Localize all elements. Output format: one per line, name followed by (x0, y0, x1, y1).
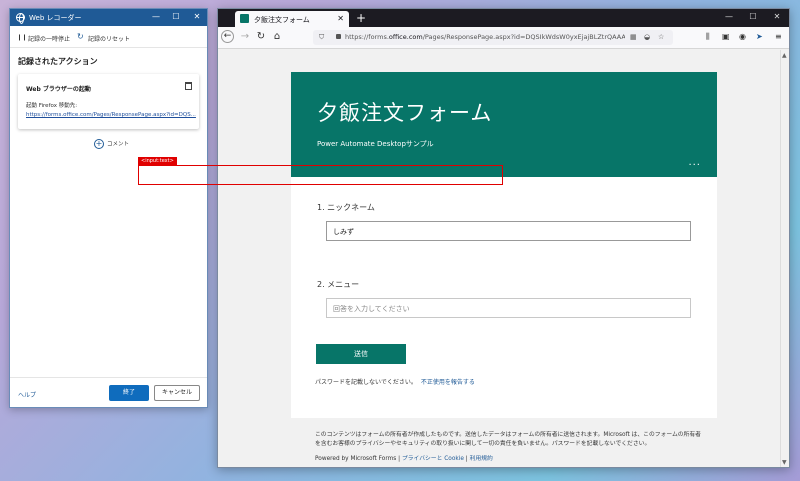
recorded-actions-heading: 記録されたアクション (18, 57, 98, 66)
powered-by-text: Powered by Microsoft Forms | (315, 456, 402, 462)
more-options-icon[interactable]: ... (688, 157, 701, 168)
help-link[interactable]: ヘルプ (18, 390, 36, 399)
browser-window: 夕飯注文フォーム ✕ + — ☐ ✕ ← → ↻ ⌂ ⛉ https://for… (217, 8, 790, 468)
library-icon[interactable]: ⫼ (706, 32, 710, 42)
back-arrow-icon[interactable]: ← (221, 30, 234, 43)
url-text[interactable]: https://forms.office.com/Pages/ResponseP… (345, 33, 625, 41)
tab-bar: 夕飯注文フォーム ✕ + — ☐ ✕ (218, 9, 789, 27)
forms-favicon-icon (240, 14, 249, 23)
tab-title: 夕飯注文フォーム (254, 16, 310, 24)
url-path: /Pages/ResponsePage.aspx?id=DQSIkWdsW0yx… (422, 33, 625, 41)
submit-button[interactable]: 送信 (316, 344, 406, 364)
cancel-button[interactable]: キャンセル (154, 385, 200, 401)
page-viewport: 夕飯注文フォーム Power Automate Desktopサンプル ... … (218, 50, 780, 467)
minimize-button[interactable]: — (150, 12, 162, 21)
recorder-titlebar[interactable]: Web レコーダー — ☐ ✕ (10, 9, 207, 26)
scroll-down-icon[interactable]: ▼ (782, 459, 787, 466)
recorder-title: Web レコーダー (29, 14, 82, 22)
form-subtitle: Power Automate Desktopサンプル (317, 140, 434, 148)
close-button[interactable]: ✕ (191, 12, 203, 21)
url-bar[interactable]: ⛉ https://forms.office.com/Pages/Respons… (313, 30, 673, 45)
password-note: パスワードを記載しないでください。 不正使用を報告する (315, 377, 475, 386)
power-automate-extension-icon[interactable]: ➤ (756, 32, 763, 41)
menu-icon[interactable]: ≡ (775, 32, 782, 41)
account-icon[interactable]: ◉ (739, 32, 746, 41)
trash-icon[interactable] (185, 82, 192, 90)
form-title: 夕飯注文フォーム (317, 101, 493, 125)
reset-icon: ↻ (77, 32, 84, 41)
browser-minimize-button[interactable]: — (723, 12, 735, 21)
home-icon[interactable]: ⌂ (270, 31, 284, 42)
report-abuse-link[interactable]: 不正使用を報告する (421, 379, 475, 386)
question-2-label: 2. メニュー (317, 280, 360, 289)
close-tab-icon[interactable]: ✕ (337, 14, 344, 23)
navigation-bar: ← → ↻ ⌂ ⛉ https://forms.office.com/Pages… (218, 27, 789, 49)
reset-recording-button[interactable]: 記録のリセット (88, 34, 130, 43)
privacy-link[interactable]: プライバシーと Cookie (402, 456, 464, 462)
browser-tab[interactable]: 夕飯注文フォーム ✕ (235, 11, 349, 27)
action-title: Web ブラウザーの起動 (26, 86, 91, 93)
menu-input[interactable]: 回答を入力してください (326, 298, 691, 318)
shield-icon[interactable]: ⛉ (319, 33, 324, 42)
bookmark-star-icon[interactable]: ☆ (658, 33, 664, 41)
element-highlight-box (138, 165, 503, 185)
recorded-action-card: Web ブラウザーの起動 起動 Firefox 移動先: https://for… (18, 74, 199, 129)
nickname-input[interactable]: しみず (326, 221, 691, 241)
form-header: 夕飯注文フォーム Power Automate Desktopサンプル ... (291, 72, 717, 177)
add-comment-button[interactable]: + コメント (94, 139, 129, 149)
element-type-tag: <input:text> (138, 157, 177, 165)
globe-icon (16, 13, 25, 24)
action-detail: 起動 Firefox 移動先: (26, 103, 78, 109)
extension-icon[interactable]: ▦ (630, 33, 637, 41)
sidebar-icon[interactable]: ▣ (722, 32, 730, 41)
browser-close-button[interactable]: ✕ (771, 12, 783, 21)
plus-circle-icon: + (94, 139, 104, 149)
terms-link[interactable]: 利用規約 (470, 456, 493, 462)
finish-button[interactable]: 終了 (109, 385, 149, 401)
disclaimer-text: このコンテンツはフォームの所有者が作成したものです。送信したデータはフォームの所… (315, 432, 701, 447)
question-1-label: 1. ニックネーム (317, 203, 375, 212)
pause-icon: ❙❙ (17, 34, 28, 41)
comment-label: コメント (107, 141, 130, 148)
maximize-button[interactable]: ☐ (170, 12, 182, 21)
web-recorder-window: Web レコーダー — ☐ ✕ ❙❙ 記録の一時停止 ↻ 記録のリセット 記録さ… (9, 8, 208, 408)
forward-arrow-icon[interactable]: → (238, 31, 252, 42)
url-domain: office.com (388, 33, 423, 41)
password-note-text: パスワードを記載しないでください。 (315, 379, 417, 386)
scroll-up-icon[interactable]: ▲ (782, 52, 787, 59)
pause-recording-button[interactable]: 記録の一時停止 (28, 34, 70, 43)
lock-icon[interactable] (336, 34, 341, 39)
powered-by-footer: Powered by Microsoft Forms | プライバシーと Coo… (315, 453, 493, 462)
reload-icon[interactable]: ↻ (254, 31, 268, 42)
recorder-toolbar: ❙❙ 記録の一時停止 ↻ 記録のリセット (10, 26, 207, 48)
recorder-footer: ヘルプ 終了 キャンセル (10, 377, 207, 407)
action-url-link[interactable]: https://forms.office.com/Pages/ResponseP… (26, 112, 196, 118)
pocket-icon[interactable]: ◒ (644, 33, 650, 41)
new-tab-button[interactable]: + (356, 11, 366, 25)
form-body: 1. ニックネーム しみず 2. メニュー 回答を入力してください 送信 パスワ… (291, 177, 717, 418)
url-prefix: https://forms. (345, 33, 389, 41)
browser-maximize-button[interactable]: ☐ (747, 12, 759, 21)
vertical-scrollbar[interactable]: ▲ ▼ (780, 50, 789, 467)
